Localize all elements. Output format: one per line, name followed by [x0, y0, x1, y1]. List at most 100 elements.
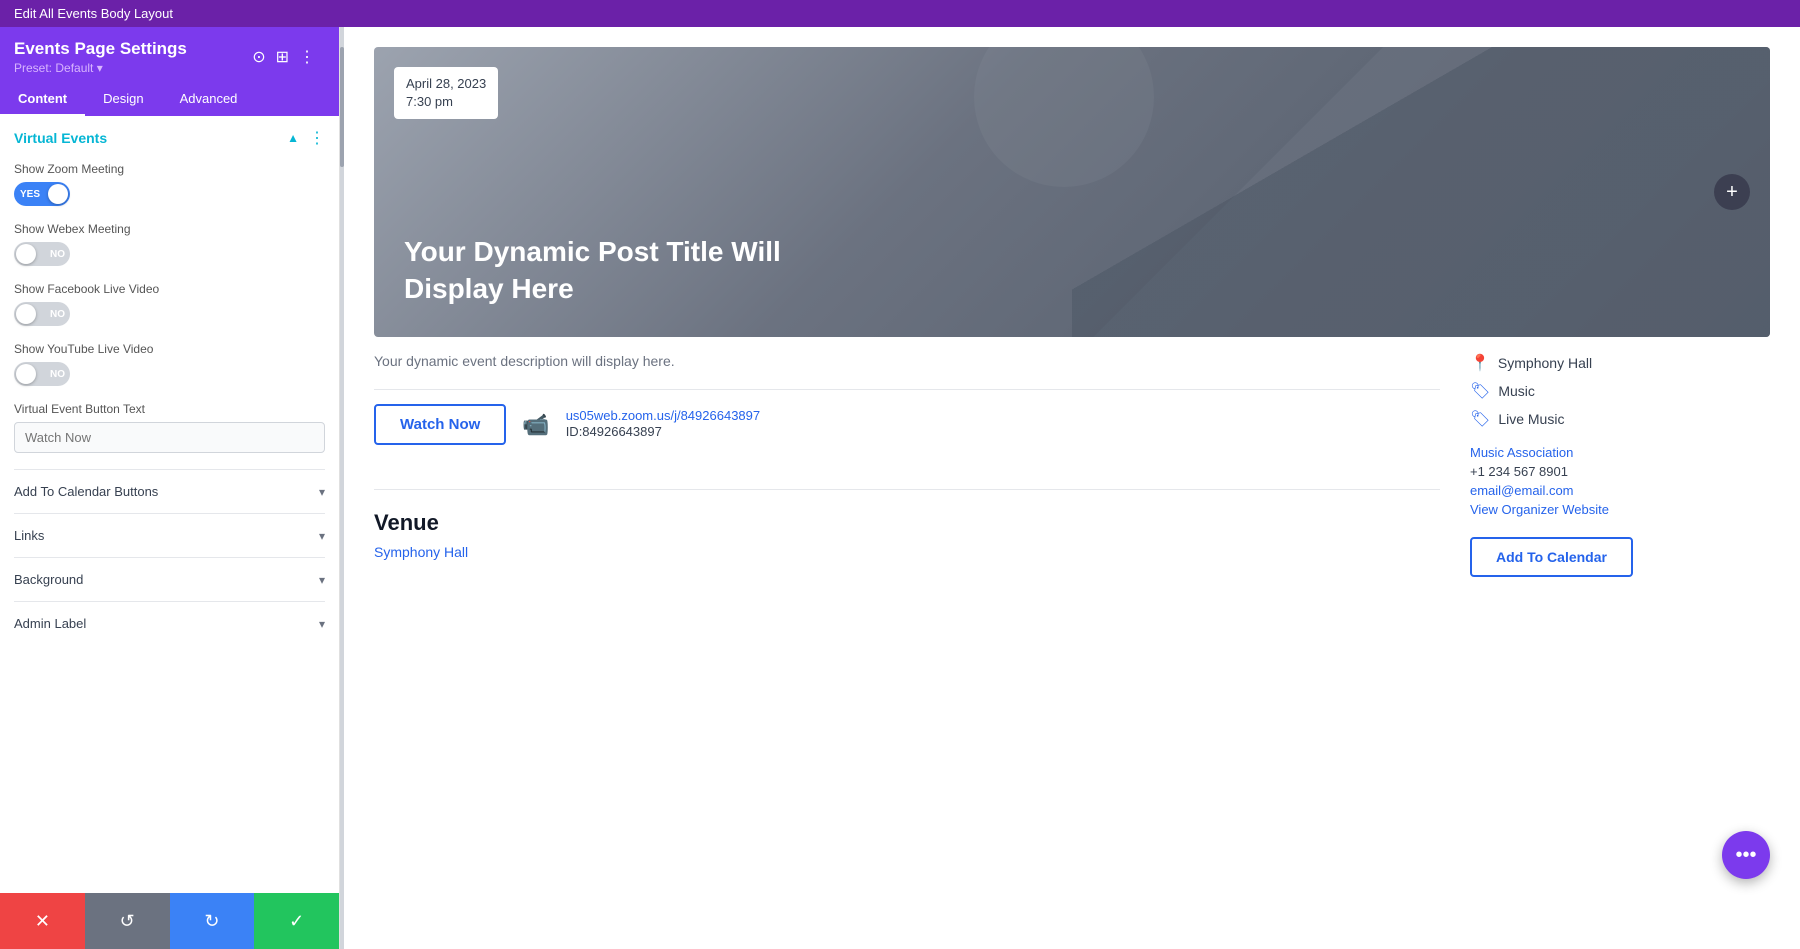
show-youtube-live-label: Show YouTube Live Video	[14, 342, 325, 356]
redo-button[interactable]: ↻	[170, 893, 255, 949]
chevron-down-icon: ▾	[319, 617, 325, 631]
add-to-calendar-button[interactable]: Add To Calendar	[1470, 537, 1633, 577]
hero-triangle-2	[1072, 47, 1770, 337]
undo-button[interactable]: ↺	[85, 893, 170, 949]
sidebar-tabs: Content Design Advanced	[0, 83, 339, 116]
toggle-knob	[16, 304, 36, 324]
location-text: Symphony Hall	[1498, 355, 1592, 371]
location-item: 📍 Symphony Hall	[1470, 353, 1770, 373]
sidebar-footer: ✕ ↺ ↻ ✓	[0, 893, 339, 949]
background-section: Background ▾	[14, 557, 325, 601]
floating-action-button[interactable]: •••	[1722, 831, 1770, 879]
sidebar-title: Events Page Settings	[14, 39, 187, 59]
venue-link[interactable]: Symphony Hall	[374, 544, 468, 560]
sidebar-header: Events Page Settings Preset: Default ▾ ⊙…	[0, 27, 339, 83]
show-facebook-live-field: Show Facebook Live Video NO	[14, 282, 325, 326]
hero-image: April 28, 2023 7:30 pm Your Dynamic Post…	[374, 47, 1770, 337]
show-facebook-live-label: Show Facebook Live Video	[14, 282, 325, 296]
sidebar-preset: Preset: Default ▾	[14, 61, 187, 75]
show-zoom-meeting-toggle[interactable]: YES	[14, 182, 70, 206]
plus-button[interactable]: +	[1714, 174, 1750, 210]
add-to-calendar-title: Add To Calendar Buttons	[14, 484, 158, 499]
scrollbar[interactable]	[340, 27, 344, 949]
show-youtube-live-toggle[interactable]: NO	[14, 362, 70, 386]
links-header[interactable]: Links ▾	[14, 528, 325, 543]
show-webex-meeting-label: Show Webex Meeting	[14, 222, 325, 236]
tag-icon-2: 🏷	[1470, 409, 1490, 429]
links-title: Links	[14, 528, 44, 543]
tag-live-music-text: Live Music	[1498, 411, 1564, 427]
tab-content[interactable]: Content	[0, 83, 85, 116]
top-bar: Edit All Events Body Layout	[0, 0, 1800, 27]
event-info-sidebar: 📍 Symphony Hall 🏷 Music 🏷 Live Music Mus…	[1470, 353, 1770, 577]
event-body: Your dynamic event description will disp…	[374, 353, 1770, 577]
show-zoom-meeting-label: Show Zoom Meeting	[14, 162, 325, 176]
toggle-no-label: NO	[50, 249, 65, 260]
zoom-info: us05web.zoom.us/j/84926643897 ID:8492664…	[566, 408, 760, 441]
sidebar-content: Virtual Events ▲ ⋮ Show Zoom Meeting YES	[0, 116, 339, 893]
background-header[interactable]: Background ▾	[14, 572, 325, 587]
hero-title: Your Dynamic Post Title Will Display Her…	[404, 234, 784, 307]
show-facebook-live-toggle[interactable]: NO	[14, 302, 70, 326]
virtual-events-chevron[interactable]: ▲	[287, 131, 299, 145]
tag-music-item: 🏷 Music	[1470, 381, 1770, 401]
content-area: April 28, 2023 7:30 pm Your Dynamic Post…	[344, 27, 1800, 949]
top-bar-title: Edit All Events Body Layout	[14, 6, 173, 21]
chevron-down-icon: ▾	[319, 573, 325, 587]
cancel-button[interactable]: ✕	[0, 893, 85, 949]
chevron-down-icon: ▾	[319, 529, 325, 543]
zoom-link[interactable]: us05web.zoom.us/j/84926643897	[566, 408, 760, 423]
video-camera-icon: 📹	[522, 412, 549, 438]
venue-section: Venue Symphony Hall	[374, 489, 1440, 562]
show-webex-meeting-toggle[interactable]: NO	[14, 242, 70, 266]
admin-label-title: Admin Label	[14, 616, 86, 631]
event-time: 7:30 pm	[406, 93, 486, 111]
toggle-no-label: NO	[50, 369, 65, 380]
tab-design[interactable]: Design	[85, 83, 161, 116]
toggle-yes-label: YES	[20, 189, 40, 200]
event-description: Your dynamic event description will disp…	[374, 353, 1440, 369]
virtual-button-text-field: Virtual Event Button Text	[14, 402, 325, 453]
chevron-down-icon: ▾	[319, 485, 325, 499]
location-icon: 📍	[1470, 353, 1490, 373]
tab-advanced[interactable]: Advanced	[162, 83, 256, 116]
toggle-knob	[16, 364, 36, 384]
virtual-button-text-label: Virtual Event Button Text	[14, 402, 325, 416]
admin-label-section: Admin Label ▾	[14, 601, 325, 645]
virtual-events-title: Virtual Events	[14, 130, 107, 146]
organizer-email-link[interactable]: email@email.com	[1470, 483, 1770, 498]
organizer-name-link[interactable]: Music Association	[1470, 445, 1770, 460]
toggle-knob	[48, 184, 68, 204]
organizer-phone: +1 234 567 8901	[1470, 464, 1770, 479]
columns-icon[interactable]: ⊞	[276, 47, 289, 67]
links-section: Links ▾	[14, 513, 325, 557]
sidebar: Events Page Settings Preset: Default ▾ ⊙…	[0, 27, 340, 949]
organizer-block: Music Association +1 234 567 8901 email@…	[1470, 445, 1770, 517]
date-badge: April 28, 2023 7:30 pm	[394, 67, 498, 119]
watch-now-button[interactable]: Watch Now	[374, 404, 506, 445]
zoom-id: ID:84926643897	[566, 424, 662, 439]
scrollbar-thumb	[340, 47, 344, 167]
virtual-events-options[interactable]: ⋮	[309, 128, 325, 148]
tag-music-text: Music	[1498, 383, 1535, 399]
event-main: Your dynamic event description will disp…	[374, 353, 1440, 577]
organizer-website-link[interactable]: View Organizer Website	[1470, 502, 1770, 517]
toggle-no-label: NO	[50, 309, 65, 320]
event-date: April 28, 2023	[406, 75, 486, 93]
show-webex-meeting-field: Show Webex Meeting NO	[14, 222, 325, 266]
tag-live-music-item: 🏷 Live Music	[1470, 409, 1770, 429]
virtual-button-text-input[interactable]	[14, 422, 325, 453]
more-icon[interactable]: ⋮	[299, 47, 315, 67]
add-to-calendar-section: Add To Calendar Buttons ▾	[14, 469, 325, 513]
save-button[interactable]: ✓	[254, 893, 339, 949]
show-zoom-meeting-field: Show Zoom Meeting YES	[14, 162, 325, 206]
admin-label-header[interactable]: Admin Label ▾	[14, 616, 325, 631]
fab-dots-icon: •••	[1735, 844, 1756, 867]
toggle-knob	[16, 244, 36, 264]
venue-title: Venue	[374, 510, 1440, 536]
background-title: Background	[14, 572, 83, 587]
add-to-calendar-header[interactable]: Add To Calendar Buttons ▾	[14, 484, 325, 499]
virtual-events-section-header: Virtual Events ▲ ⋮	[14, 128, 325, 148]
focus-icon[interactable]: ⊙	[252, 47, 265, 67]
watch-now-row: Watch Now 📹 us05web.zoom.us/j/8492664389…	[374, 389, 1440, 459]
